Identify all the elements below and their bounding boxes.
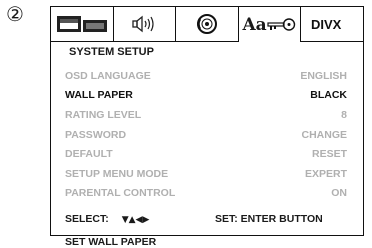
tab-video[interactable] — [51, 7, 114, 42]
tab-system-label: Aa — [242, 14, 267, 35]
setting-label: SETUP MENU MODE — [65, 167, 169, 180]
setting-label: WALL PAPER — [65, 89, 133, 102]
setting-row-osd-language[interactable]: OSD LANGUAGE ENGLISH — [65, 66, 347, 86]
panel-title: SYSTEM SETUP — [69, 46, 154, 58]
setting-label: RATING LEVEL — [65, 108, 142, 121]
tab-audio[interactable] — [113, 7, 177, 42]
setting-value: 8 — [341, 108, 347, 121]
disc-icon — [195, 13, 219, 35]
key-guide: SELECT: ▼▲◀▶ SET: ENTER BUTTON — [65, 213, 347, 225]
setting-label: DEFAULT — [65, 148, 113, 161]
setting-value: BLACK — [310, 89, 347, 102]
setting-row-parental-control[interactable]: PARENTAL CONTROL ON — [65, 184, 347, 204]
setting-value: ON — [331, 187, 347, 200]
setting-row-rating-level[interactable]: RATING LEVEL 8 — [65, 105, 347, 125]
setting-value: CHANGE — [301, 128, 347, 141]
setting-row-setup-menu-mode[interactable]: SETUP MENU MODE EXPERT — [65, 164, 347, 184]
setting-list: OSD LANGUAGE ENGLISH WALL PAPER BLACK RA… — [65, 66, 347, 203]
select-label: SELECT: — [65, 213, 109, 225]
tab-divx[interactable]: DIVX — [301, 7, 363, 42]
setting-row-password[interactable]: PASSWORD CHANGE — [65, 125, 347, 145]
setting-label: PASSWORD — [65, 128, 127, 141]
step-number: ② — [6, 2, 24, 26]
video-display-icon — [56, 14, 108, 34]
set-guide: SET: ENTER BUTTON — [215, 213, 323, 225]
system-setup-panel: SYSTEM SETUP OSD LANGUAGE ENGLISH WALL P… — [51, 42, 363, 248]
divx-logo-text: DIVX — [311, 17, 342, 32]
setting-value: RESET — [311, 148, 347, 161]
setup-menu-window: Aa DIVX SYSTEM SETUP OSD LANGUAGE ENGLIS… — [50, 6, 364, 248]
setting-value: ENGLISH — [300, 69, 347, 82]
setting-label: OSD LANGUAGE — [65, 69, 151, 82]
tab-disc[interactable] — [176, 7, 239, 42]
help-text: SET WALL PAPER — [65, 236, 157, 248]
setting-row-default[interactable]: DEFAULT RESET — [65, 144, 347, 164]
tab-bar: Aa DIVX — [51, 7, 363, 42]
setting-value: EXPERT — [304, 167, 347, 180]
arrow-keys-icon: ▼▲◀▶ — [121, 215, 150, 225]
divx-icon: DIVX — [310, 16, 354, 32]
setting-row-wall-paper[interactable]: WALL PAPER BLACK — [65, 86, 347, 106]
audio-speaker-icon — [130, 14, 158, 34]
setting-label: PARENTAL CONTROL — [65, 187, 176, 200]
language-key-icon: Aa — [242, 15, 296, 35]
tab-system[interactable]: Aa — [238, 7, 302, 42]
select-guide: SELECT: ▼▲◀▶ — [65, 213, 215, 225]
